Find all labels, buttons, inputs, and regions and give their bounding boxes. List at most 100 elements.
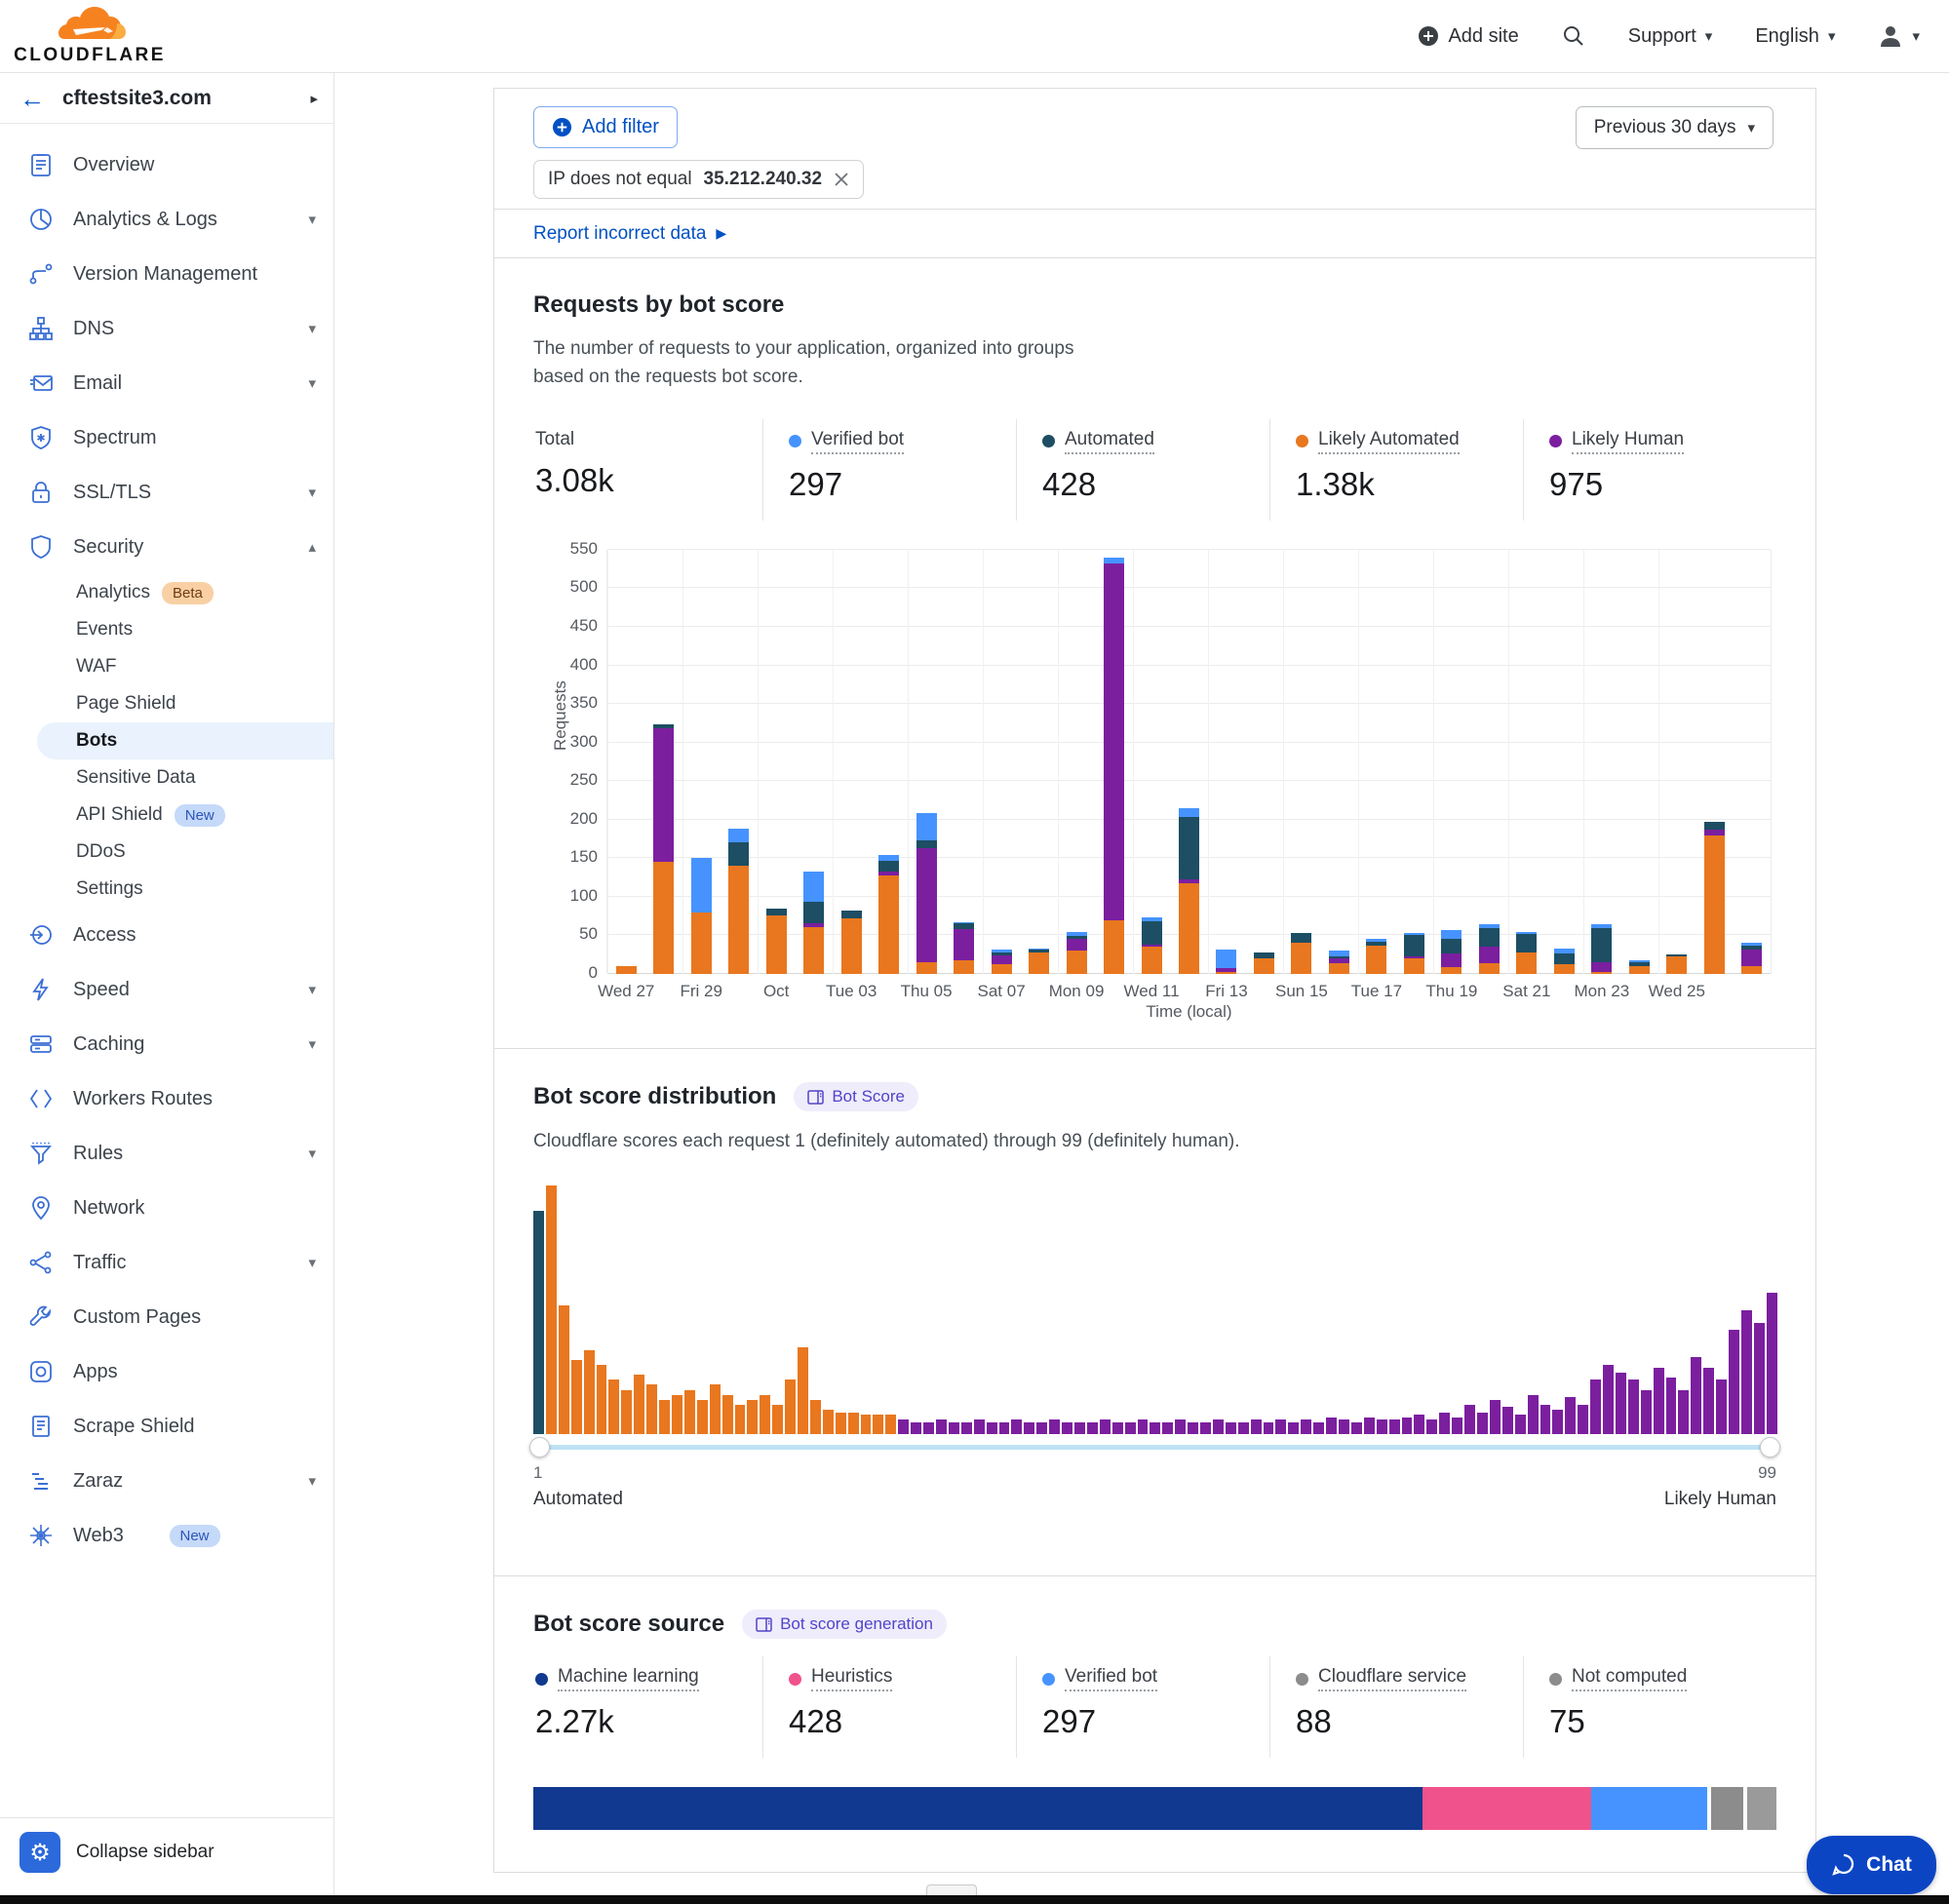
- chat-button[interactable]: Chat: [1807, 1836, 1936, 1894]
- stat-label[interactable]: Likely Human: [1572, 429, 1684, 454]
- histogram-bar-score-1: [533, 1211, 544, 1435]
- account-menu[interactable]: ▾: [1878, 23, 1920, 49]
- sidebar-item-network[interactable]: Network: [0, 1181, 333, 1235]
- new-badge: New: [170, 1525, 220, 1547]
- time-range-dropdown[interactable]: Previous 30 days ▾: [1576, 106, 1774, 149]
- gridline-vertical: [1058, 550, 1059, 974]
- bar-column: Sun 15: [1283, 550, 1320, 974]
- histogram-bar-score-7: [608, 1379, 619, 1434]
- bar-segment-likely-automated: [653, 862, 674, 974]
- add-site-button[interactable]: Add site: [1418, 25, 1518, 48]
- distribution-card-description: Cloudflare scores each request 1 (defini…: [533, 1127, 1274, 1155]
- sidebar-item-scrape-shield[interactable]: Scrape Shield: [0, 1399, 333, 1454]
- sidebar-item-analytics-logs[interactable]: Analytics & Logs▾: [0, 192, 333, 247]
- sidebar-item-caching[interactable]: Caching▾: [0, 1017, 333, 1071]
- beta-badge: Beta: [162, 582, 214, 604]
- language-menu[interactable]: English▾: [1755, 25, 1835, 48]
- sidebar-subitem-settings[interactable]: Settings: [0, 871, 333, 908]
- site-switcher[interactable]: ← cftestsite3.com ▸: [0, 73, 333, 124]
- close-icon[interactable]: [834, 172, 849, 187]
- bar-segment-likely-automated: [878, 875, 899, 974]
- histogram-bar-score-94: [1703, 1368, 1714, 1435]
- collapse-sidebar-button[interactable]: Collapse sidebar: [76, 1842, 214, 1863]
- histogram-bar-score-50: [1150, 1422, 1160, 1435]
- bar-segment-likely-human: [916, 848, 937, 962]
- stat-label[interactable]: Verified bot: [811, 429, 904, 454]
- search-button[interactable]: [1562, 24, 1585, 48]
- sidebar-subitem-page-shield[interactable]: Page Shield: [0, 685, 333, 722]
- sidebar-item-traffic[interactable]: Traffic▾: [0, 1235, 333, 1290]
- sidebar-item-email[interactable]: Email▾: [0, 356, 333, 410]
- sidebar-item-zaraz[interactable]: Zaraz▾: [0, 1454, 333, 1508]
- legend-dot: [535, 1673, 548, 1686]
- histogram-bar-score-12: [672, 1395, 682, 1435]
- sidebar: ← cftestsite3.com ▸ OverviewAnalytics & …: [0, 73, 334, 1904]
- sidebar-subitem-bots[interactable]: Bots: [37, 722, 333, 759]
- bar-segment-likely-automated: [1366, 946, 1386, 974]
- stat-label[interactable]: Machine learning: [558, 1666, 699, 1691]
- requests-chart: Requests 0501001502002503003504004505005…: [533, 546, 1776, 1053]
- sidebar-subitem-api-shield[interactable]: API ShieldNew: [0, 797, 333, 834]
- stat-value: 88: [1296, 1703, 1523, 1740]
- filter-chip[interactable]: IP does not equal 35.212.240.32: [533, 160, 864, 199]
- stat-label[interactable]: Verified bot: [1065, 1666, 1157, 1691]
- stat-not-computed: Not computed75: [1523, 1656, 1776, 1758]
- sidebar-subitem-waf[interactable]: WAF: [0, 648, 333, 685]
- histogram-bar-score-70: [1402, 1418, 1413, 1435]
- report-incorrect-data-link[interactable]: Report incorrect data ▶: [533, 223, 726, 245]
- gridline-vertical: [833, 550, 834, 974]
- histogram-bar-score-27: [861, 1415, 872, 1434]
- sidebar-item-custom-pages[interactable]: Custom Pages: [0, 1290, 333, 1344]
- bar-column: Tue 17: [1358, 550, 1395, 974]
- support-menu[interactable]: Support▾: [1628, 25, 1713, 48]
- sidebar-item-apps[interactable]: Apps: [0, 1344, 333, 1399]
- gridline-vertical: [1508, 550, 1509, 974]
- back-arrow-icon[interactable]: ←: [19, 86, 45, 111]
- histogram-bar-score-43: [1062, 1422, 1072, 1435]
- sidebar-subitem-label: Page Shield: [76, 693, 175, 715]
- stacked-bar: [1741, 943, 1762, 974]
- sidebar-item-spectrum[interactable]: Spectrum: [0, 410, 333, 465]
- sidebar-item-access[interactable]: Access: [0, 908, 333, 962]
- search-icon: [1562, 24, 1585, 48]
- slider-handle-max[interactable]: [1760, 1437, 1780, 1457]
- stat-label[interactable]: Cloudflare service: [1318, 1666, 1466, 1691]
- sidebar-item-overview[interactable]: Overview: [0, 137, 333, 192]
- histogram-bar-score-98: [1754, 1323, 1765, 1435]
- bot-score-generation-badge[interactable]: Bot score generation: [742, 1610, 947, 1639]
- lock-icon: [27, 480, 54, 506]
- cloudflare-logo[interactable]: CLOUDFLARE: [21, 6, 158, 66]
- sidebar-item-web3[interactable]: Web3New: [0, 1508, 333, 1563]
- sidebar-subitem-sensitive-data[interactable]: Sensitive Data: [0, 759, 333, 797]
- sidebar-item-security[interactable]: Security▴: [0, 520, 333, 574]
- histogram-bar-score-13: [684, 1390, 695, 1435]
- bar-column: [1734, 550, 1771, 974]
- histogram-bar-score-67: [1364, 1418, 1375, 1435]
- stat-label[interactable]: Heuristics: [811, 1666, 892, 1691]
- slider-handle-min[interactable]: [529, 1437, 550, 1457]
- stat-label[interactable]: Automated: [1065, 429, 1154, 454]
- bar-segment-likely-automated: [1404, 958, 1424, 974]
- add-filter-button[interactable]: Add filter: [533, 106, 678, 148]
- sidebar-subitem-events[interactable]: Events: [0, 611, 333, 648]
- chevron-down-icon: ▾: [308, 1035, 316, 1053]
- stat-heuristics: Heuristics428: [762, 1656, 1016, 1758]
- sidebar-subitem-ddos[interactable]: DDoS: [0, 834, 333, 871]
- gear-icon[interactable]: ⚙: [19, 1832, 60, 1873]
- sidebar-item-rules[interactable]: Rules▾: [0, 1126, 333, 1181]
- sidebar-item-speed[interactable]: Speed▾: [0, 962, 333, 1017]
- slider-track[interactable]: [533, 1445, 1776, 1450]
- sidebar-item-version-management[interactable]: Version Management: [0, 247, 333, 301]
- sidebar-item-ssl-tls[interactable]: SSL/TLS▾: [0, 465, 333, 520]
- stat-label[interactable]: Not computed: [1572, 1666, 1687, 1691]
- stacked-bar: [1441, 930, 1462, 974]
- sidebar-item-label: DNS: [73, 318, 289, 340]
- sidebar-item-workers-routes[interactable]: Workers Routes: [0, 1071, 333, 1126]
- histogram-bar-score-64: [1326, 1418, 1337, 1435]
- bot-score-badge[interactable]: Bot Score: [794, 1082, 918, 1111]
- sidebar-subitem-analytics[interactable]: AnalyticsBeta: [0, 574, 333, 611]
- bar-segment-automated: [1704, 822, 1725, 830]
- bot-score-distribution-card: Bot score distribution Bot Score Cloudfl…: [493, 1049, 1816, 1576]
- stat-label[interactable]: Likely Automated: [1318, 429, 1460, 454]
- sidebar-item-dns[interactable]: DNS▾: [0, 301, 333, 356]
